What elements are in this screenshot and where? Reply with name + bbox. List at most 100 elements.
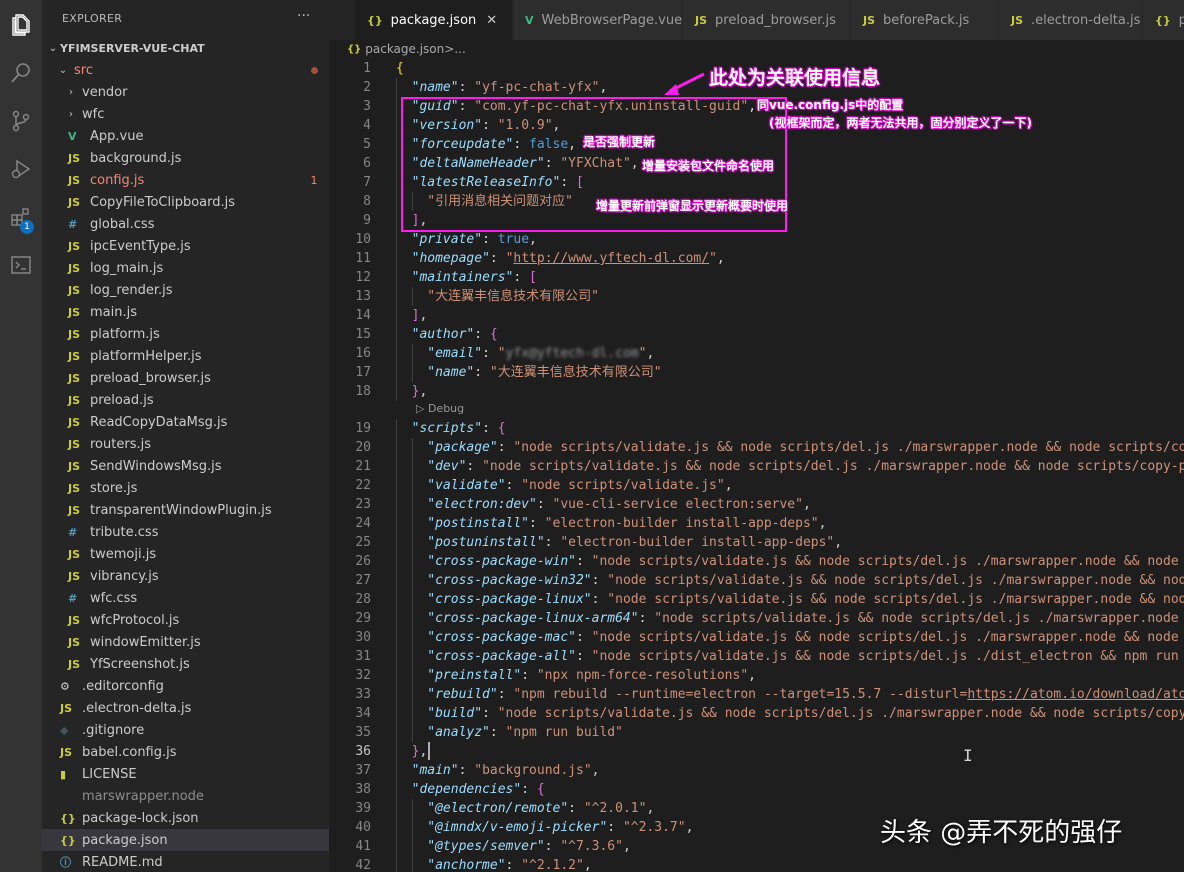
root-folder[interactable]: ⌄ YFIMSERVER-VUE-CHAT [42,37,329,59]
close-icon[interactable]: ✕ [486,13,497,28]
code-line: 21 "dev": "node scripts/validate.js && no… [329,457,1184,476]
code-token: : [474,327,490,342]
tree-item[interactable]: JS babel.config.js [42,741,329,763]
tree-item[interactable]: JS platformHelper.js [42,345,329,367]
breadcrumb-file[interactable]: package.json [365,42,444,56]
tree-item[interactable]: JS log_render.js [42,279,329,301]
terminal-icon[interactable] [0,244,42,286]
code-content: "electron:dev": "vue-cli-service electro… [427,495,811,514]
tree-item[interactable]: ⌄ src [42,59,329,81]
extensions-icon[interactable]: 1 [0,196,42,238]
debug-codelens[interactable]: ▷ Debug [416,402,464,418]
tree-item[interactable]: JS platform.js [42,323,329,345]
code-token: : [568,801,584,816]
code-token: , [419,384,428,399]
tab[interactable]: {} package.json ✕ [355,0,513,40]
tree-item[interactable]: JS preload.js [42,389,329,411]
breadcrumb-tail[interactable]: ... [454,42,465,56]
file-type-icon: JS [68,415,81,429]
line-number: 9 [363,213,371,228]
line-number: 4 [363,118,371,133]
code-content: "private": true, [412,230,537,249]
tab[interactable]: V WebBrowserPage.vue [513,0,683,40]
code-token: "node scripts/validate.js && node script… [654,611,1184,626]
tree-item[interactable]: JS windowEmitter.js [42,631,329,653]
code-token: : [575,649,592,664]
code-token: { [536,782,545,797]
tree-item[interactable]: {} package.json [42,829,329,851]
tree-item[interactable]: › vendor [42,81,329,103]
tree-item[interactable]: marswrapper.node [42,785,329,807]
code-token: "analyz" [427,725,490,740]
tree-item[interactable]: JS wfcProtocol.js [42,609,329,631]
tree-item[interactable]: JS ReadCopyDataMsg.js [42,411,329,433]
tree-item[interactable]: JS ipcEventType.js [42,235,329,257]
tree-item[interactable]: ▮ LICENSE [42,763,329,785]
tree-item[interactable]: JS background.js [42,147,329,169]
tree-item[interactable]: JS vibrancy.js [42,565,329,587]
indent-guide [411,856,413,872]
explorer-icon[interactable] [0,4,42,46]
line-number: 38 [355,782,371,797]
code-line: 32 "preinstall": "npx npm-force-resolutio… [329,666,1184,685]
indent-guide [396,382,397,401]
tree-item[interactable]: V App.vue [42,125,329,147]
code-line: 38 "dependencies": { [329,780,1184,799]
source-control-icon[interactable] [0,100,42,142]
tree-item[interactable]: ⓘ README.md [42,851,329,872]
more-actions-icon[interactable]: ··· [297,8,310,24]
chevron-down-icon: ⌄ [48,42,58,54]
code-line: 28 "cross-package-linux": "node scripts/v… [329,590,1184,609]
indent-guide [396,666,397,685]
tab-file-icon: V [525,13,534,27]
line-number: 19 [355,421,371,436]
code-line: 11 "homepage": "http://www.yftech-dl.com/… [329,249,1184,268]
code-token: "background.js" [474,763,592,778]
tree-item[interactable]: JS preload_browser.js [42,367,329,389]
tree-item[interactable]: {} package-lock.json [42,807,329,829]
tab[interactable]: JS preload_browser.js [683,0,851,40]
line-number: 28 [355,592,371,607]
code-content: "cross-package-linux-arm64": "node scrip… [427,609,1184,628]
line-number: 42 [355,858,371,872]
tree-item[interactable]: JS config.js 1 [42,169,329,191]
tree-item[interactable]: JS twemoji.js [42,543,329,565]
tree-item[interactable]: # global.css [42,213,329,235]
code-token: "scripts" [411,421,483,436]
tree-item[interactable]: JS SendWindowsMsg.js [42,455,329,477]
code-content: }, [412,742,428,761]
search-icon[interactable] [0,52,42,94]
code-token: "node scripts/validate.js && node script… [607,592,1184,607]
tree-item[interactable]: JS store.js [42,477,329,499]
line-number: 33 [355,687,371,702]
indent-guide [396,230,397,249]
tree-item[interactable]: ⚙ .editorconfig [42,675,329,697]
tree-item[interactable]: JS transparentWindowPlugin.js [42,499,329,521]
tree-item[interactable]: JS YfScreenshot.js [42,653,329,675]
tree-item[interactable]: JS .electron-delta.js [42,697,329,719]
tree-item[interactable]: › wfc [42,103,329,125]
tree-item[interactable]: JS log_main.js [42,257,329,279]
tree-item[interactable]: ◆ .gitignore [42,719,329,741]
tree-item-label: store.js [90,480,138,496]
code-content: "scripts": { [412,419,506,438]
tree-item-label: wfcProtocol.js [90,612,180,628]
tree-item[interactable]: # tribute.css [42,521,329,543]
tree-item[interactable]: JS routers.js [42,433,329,455]
tree-item[interactable]: JS CopyFileToClipboard.js [42,191,329,213]
annotation-guid-note-detail: (视框架而定，两者无法共用，固分别定义了一下) [769,116,1032,130]
tree-item[interactable]: JS main.js [42,301,329,323]
tree-item[interactable]: # wfc.css [42,587,329,609]
tab[interactable]: {} pac [1143,0,1184,40]
tab[interactable]: JS .electron-delta.js [999,0,1143,40]
code-line: 20 "package": "node scripts/validate.js &… [329,438,1184,457]
tab[interactable]: JS beforePack.js [851,0,999,40]
line-number: 17 [355,365,371,380]
tree-item-label: .editorconfig [82,678,164,694]
chevron-down-icon: ⌄ [58,64,68,76]
indent-guide [411,723,413,742]
tree-item-label: babel.config.js [82,744,177,760]
code-token: , [818,516,827,531]
run-debug-icon[interactable] [0,148,42,190]
code-token: : [482,346,498,361]
